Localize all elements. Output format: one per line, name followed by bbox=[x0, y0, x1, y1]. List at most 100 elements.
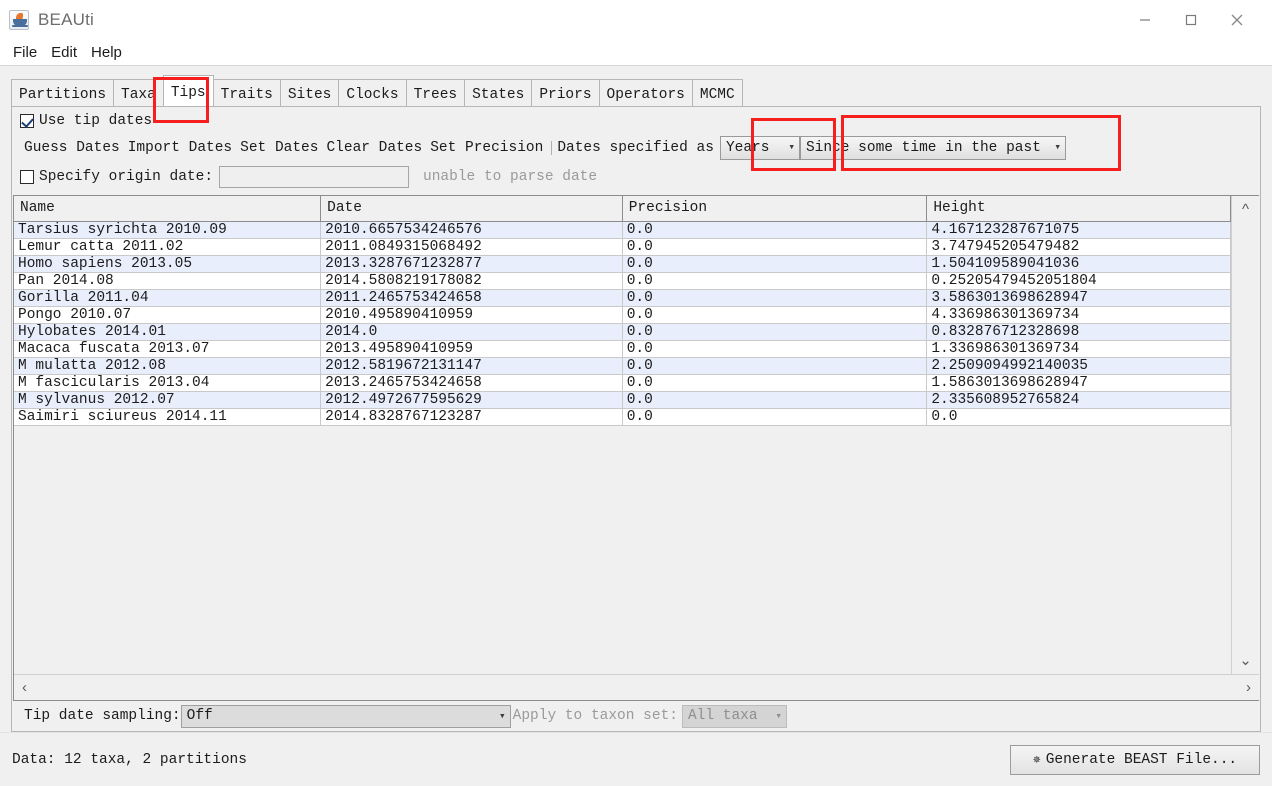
specify-origin-date-label: Specify origin date: bbox=[39, 169, 214, 185]
cell-name[interactable]: Pongo 2010.07 bbox=[14, 306, 322, 324]
menu-item-file[interactable]: File bbox=[6, 42, 44, 63]
cell-height[interactable]: 1.5863013698628947 bbox=[926, 374, 1231, 392]
set-dates-button[interactable]: Set Dates bbox=[236, 139, 322, 157]
cell-name[interactable]: Gorilla 2011.04 bbox=[14, 289, 322, 307]
cell-name[interactable]: M sylvanus 2012.07 bbox=[14, 391, 322, 409]
cell-precision[interactable]: 0.0 bbox=[622, 323, 928, 341]
cell-height[interactable]: 2.2509094992140035 bbox=[926, 357, 1231, 375]
use-tip-dates-checkbox[interactable] bbox=[20, 113, 34, 128]
clear-dates-button[interactable]: Clear Dates bbox=[322, 139, 426, 157]
column-header-date[interactable]: Date bbox=[320, 196, 623, 222]
cell-precision[interactable]: 0.0 bbox=[622, 238, 928, 256]
table-row[interactable]: Gorilla 2011.04 2011.2465753424658 0.0 3.58… bbox=[14, 289, 1231, 307]
column-header-name[interactable]: Name bbox=[14, 196, 322, 222]
tab-mcmc[interactable]: MCMC bbox=[691, 79, 743, 106]
tab-tips[interactable]: Tips bbox=[162, 75, 214, 106]
table-row[interactable]: Hylobates 2014.01 2014.0 0.0 0.832876712328… bbox=[14, 323, 1231, 341]
chevron-down-icon[interactable]: ⌄ bbox=[1239, 653, 1252, 668]
tab-traits[interactable]: Traits bbox=[212, 79, 281, 106]
cell-date[interactable]: 2010.6657534246576 bbox=[320, 221, 623, 239]
cell-height[interactable]: 2.335608952765824 bbox=[926, 391, 1231, 409]
cell-date[interactable]: 2010.495890410959 bbox=[320, 306, 623, 324]
cell-name[interactable]: Macaca fuscata 2013.07 bbox=[14, 340, 322, 358]
tab-priors[interactable]: Priors bbox=[531, 79, 600, 106]
origin-date-input[interactable] bbox=[219, 166, 410, 188]
cell-date[interactable]: 2014.5808219178082 bbox=[320, 272, 623, 290]
table-row[interactable]: Macaca fuscata 2013.07 2013.495890410959 0… bbox=[14, 340, 1231, 358]
cell-date[interactable]: 2011.2465753424658 bbox=[320, 289, 623, 307]
chevron-left-icon[interactable]: ‹ bbox=[22, 680, 27, 695]
cell-precision[interactable]: 0.0 bbox=[622, 391, 928, 409]
cell-date[interactable]: 2012.5819672131147 bbox=[320, 357, 623, 375]
table-row[interactable]: Pongo 2010.07 2010.495890410959 0.0 4.33698… bbox=[14, 306, 1231, 324]
cell-name[interactable]: Pan 2014.08 bbox=[14, 272, 322, 290]
tip-date-sampling-combo[interactable]: Off ▾ bbox=[180, 704, 511, 728]
cell-date[interactable]: 2014.0 bbox=[320, 323, 623, 341]
menu-item-edit[interactable]: Edit bbox=[44, 42, 84, 63]
cell-name[interactable]: M mulatta 2012.08 bbox=[14, 357, 322, 375]
tab-operators[interactable]: Operators bbox=[598, 79, 693, 106]
column-header-height[interactable]: Height bbox=[926, 196, 1231, 222]
tab-clocks[interactable]: Clocks bbox=[338, 79, 407, 106]
import-dates-button[interactable]: Import Dates bbox=[124, 139, 236, 157]
cell-date[interactable]: 2012.4972677595629 bbox=[320, 391, 623, 409]
tab-partitions[interactable]: Partitions bbox=[11, 79, 115, 106]
cell-name[interactable]: M fascicularis 2013.04 bbox=[14, 374, 322, 392]
cell-date[interactable]: 2013.2465753424658 bbox=[320, 374, 623, 392]
cell-precision[interactable]: 0.0 bbox=[622, 374, 928, 392]
generate-beast-file-button[interactable]: ✵ Generate BEAST File... bbox=[1010, 744, 1260, 775]
cell-date[interactable]: 2013.495890410959 bbox=[320, 340, 623, 358]
horizontal-scrollbar[interactable]: ‹ › bbox=[14, 674, 1259, 700]
cell-precision[interactable]: 0.0 bbox=[622, 306, 928, 324]
table-row[interactable]: M fascicularis 2013.04 2013.2465753424658… bbox=[14, 374, 1231, 392]
cell-height[interactable]: 0.832876712328698 bbox=[926, 323, 1231, 341]
cell-name[interactable]: Homo sapiens 2013.05 bbox=[14, 255, 322, 273]
specify-origin-date-checkbox[interactable] bbox=[20, 170, 34, 184]
table-row[interactable]: Pan 2014.08 2014.5808219178082 0.0 0.252054… bbox=[14, 272, 1231, 290]
table-row[interactable]: M sylvanus 2012.07 2012.4972677595629 0.0 2… bbox=[14, 391, 1231, 409]
tab-taxa[interactable]: Taxa bbox=[113, 79, 164, 106]
date-units-combo[interactable]: Years ▾ bbox=[719, 136, 800, 160]
cell-name[interactable]: Lemur catta 2011.02 bbox=[14, 238, 322, 256]
table-row[interactable]: Homo sapiens 2013.05 2013.3287671232877 0.… bbox=[14, 255, 1231, 273]
cell-height[interactable]: 3.5863013698628947 bbox=[926, 289, 1231, 307]
cell-precision[interactable]: 0.0 bbox=[622, 289, 928, 307]
cell-precision[interactable]: 0.0 bbox=[622, 272, 928, 290]
cell-date[interactable]: 2013.3287671232877 bbox=[320, 255, 623, 273]
cell-height[interactable]: 1.504109589041036 bbox=[926, 255, 1231, 273]
cell-height[interactable]: 1.336986301369734 bbox=[926, 340, 1231, 358]
cell-height[interactable]: 3.747945205479482 bbox=[926, 238, 1231, 256]
cell-precision[interactable]: 0.0 bbox=[622, 357, 928, 375]
minimize-icon[interactable] bbox=[1122, 0, 1168, 40]
cell-precision[interactable]: 0.0 bbox=[622, 221, 928, 239]
cell-date[interactable]: 2011.0849315068492 bbox=[320, 238, 623, 256]
cell-name[interactable]: Saimiri sciureus 2014.11 bbox=[14, 408, 322, 426]
cell-precision[interactable]: 0.0 bbox=[622, 408, 928, 426]
cell-name[interactable]: Hylobates 2014.01 bbox=[14, 323, 322, 341]
tab-sites[interactable]: Sites bbox=[279, 79, 340, 106]
maximize-icon[interactable] bbox=[1168, 0, 1214, 40]
column-header-precision[interactable]: Precision bbox=[622, 196, 928, 222]
cell-name[interactable]: Tarsius syrichta 2010.09 bbox=[14, 221, 322, 239]
table-row[interactable]: Tarsius syrichta 2010.09 2010.66575342465… bbox=[14, 221, 1231, 239]
set-precision-button[interactable]: Set Precision bbox=[426, 139, 547, 157]
cell-height[interactable]: 4.336986301369734 bbox=[926, 306, 1231, 324]
cell-precision[interactable]: 0.0 bbox=[622, 255, 928, 273]
chevron-right-icon[interactable]: › bbox=[1246, 680, 1251, 695]
table-row[interactable]: Lemur catta 2011.02 2011.0849315068492 0.0… bbox=[14, 238, 1231, 256]
menu-item-help[interactable]: Help bbox=[84, 42, 129, 63]
table-row[interactable]: Saimiri sciureus 2014.11 2014.83287671232… bbox=[14, 408, 1231, 426]
cell-precision[interactable]: 0.0 bbox=[622, 340, 928, 358]
vertical-scrollbar[interactable]: ^ ⌄ bbox=[1231, 196, 1259, 674]
cell-height[interactable]: 0.0 bbox=[926, 408, 1231, 426]
date-direction-combo[interactable]: Since some time in the past ▾ bbox=[799, 136, 1066, 160]
table-row[interactable]: M mulatta 2012.08 2012.5819672131147 0.0 2.… bbox=[14, 357, 1231, 375]
cell-height[interactable]: 0.25205479452051804 bbox=[926, 272, 1231, 290]
cell-height[interactable]: 4.167123287671075 bbox=[926, 221, 1231, 239]
tab-trees[interactable]: Trees bbox=[405, 79, 466, 106]
cell-date[interactable]: 2014.8328767123287 bbox=[320, 408, 623, 426]
close-icon[interactable] bbox=[1214, 0, 1260, 40]
guess-dates-button[interactable]: Guess Dates bbox=[20, 139, 124, 157]
tab-states[interactable]: States bbox=[464, 79, 533, 106]
chevron-up-icon[interactable]: ^ bbox=[1242, 202, 1249, 217]
